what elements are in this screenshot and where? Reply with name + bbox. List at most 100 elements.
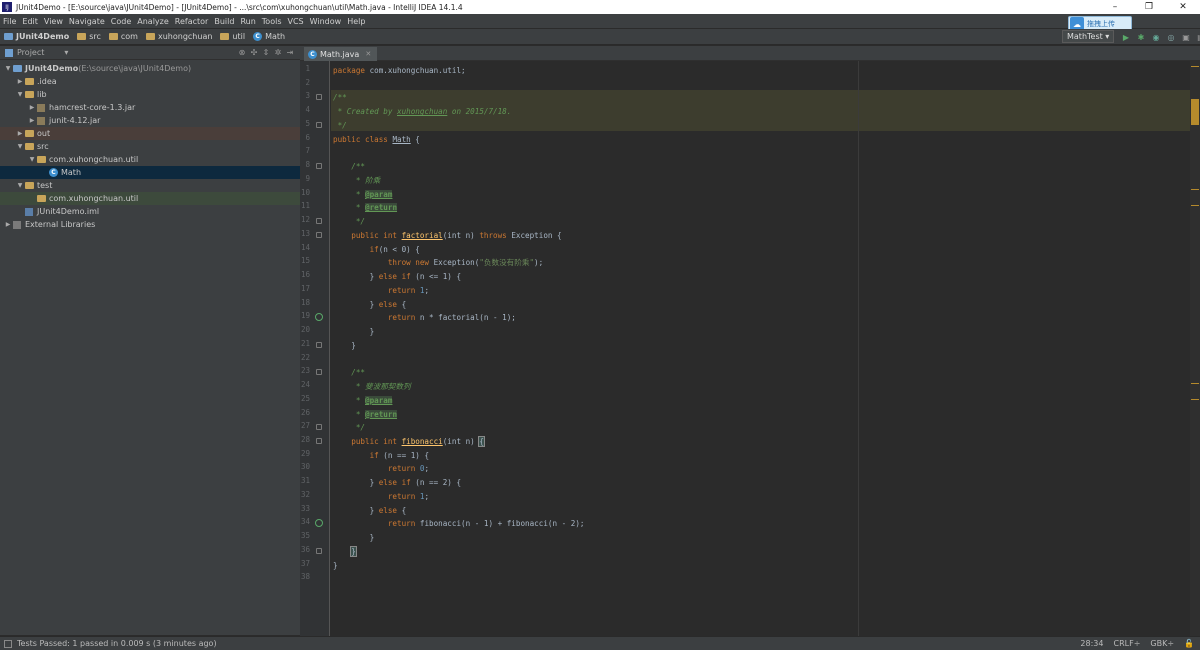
chevron-right-icon[interactable]: ▶ xyxy=(15,130,25,137)
project-panel-title[interactable]: Project xyxy=(17,48,44,57)
tab-label: Math.java xyxy=(320,49,360,59)
hide-panel-icon[interactable]: ⇥ xyxy=(284,48,296,57)
chevron-down-icon[interactable]: ▼ xyxy=(15,143,25,150)
tree-item[interactable]: com.xuhongchuan.util xyxy=(0,192,300,205)
fold-marker-icon[interactable] xyxy=(316,163,322,170)
chevron-down-icon[interactable]: ▾ xyxy=(64,48,68,57)
line-number: 10 xyxy=(300,187,310,197)
tree-item[interactable]: ▶ .idea xyxy=(0,75,300,88)
run-config-select[interactable]: MathTest ▾ xyxy=(1062,30,1115,43)
run-icon[interactable]: ▶ xyxy=(1120,31,1132,43)
fold-marker-icon[interactable] xyxy=(316,341,322,348)
close-tab-icon[interactable]: ✕ xyxy=(365,50,371,58)
line-number: 4 xyxy=(305,105,310,115)
breadcrumb-util[interactable]: util xyxy=(220,32,245,41)
tree-item[interactable]: ▼ com.xuhongchuan.util xyxy=(0,153,300,166)
tree-item[interactable]: ▶ junit-4.12.jar xyxy=(0,114,300,127)
menu-window[interactable]: Window xyxy=(310,17,342,26)
menu-tools[interactable]: Tools xyxy=(262,17,282,26)
tree-item[interactable]: ▶ out xyxy=(0,127,300,140)
menu-file[interactable]: File xyxy=(3,17,16,26)
error-stripe-mark xyxy=(1191,66,1199,67)
fold-marker-icon[interactable] xyxy=(316,121,322,128)
breadcrumb-project[interactable]: JUnit4Demo xyxy=(4,32,69,41)
collapse-icon[interactable]: ⇕ xyxy=(260,48,272,57)
restore-icon[interactable]: ❐ xyxy=(1132,0,1166,14)
tab-math-java[interactable]: C Math.java ✕ xyxy=(304,47,378,61)
fold-marker-icon[interactable] xyxy=(316,231,322,238)
code-token: } xyxy=(333,478,379,488)
tree-item[interactable]: ▶ External Libraries xyxy=(0,218,300,231)
tree-item[interactable]: C Math xyxy=(0,166,300,179)
code-token: (n == 1) { xyxy=(383,450,430,460)
menu-analyze[interactable]: Analyze xyxy=(137,17,169,26)
chevron-right-icon[interactable]: ▶ xyxy=(3,221,13,228)
tree-item[interactable]: ▼ test xyxy=(0,179,300,192)
minimize-icon[interactable]: – xyxy=(1098,0,1132,14)
menu-help[interactable]: Help xyxy=(347,17,365,26)
breadcrumb-math[interactable]: C Math xyxy=(253,32,285,41)
chevron-right-icon[interactable]: ▶ xyxy=(27,117,37,124)
fold-marker-icon[interactable] xyxy=(316,547,322,554)
sdk-icon[interactable]: ▣ xyxy=(1180,31,1192,43)
chevron-right-icon[interactable]: ▶ xyxy=(15,78,25,85)
fold-marker-icon[interactable] xyxy=(316,424,322,431)
menu-code[interactable]: Code xyxy=(111,17,131,26)
chevron-down-icon[interactable]: ▼ xyxy=(15,182,25,189)
line-number: 13 xyxy=(300,228,310,238)
tool-windows-icon[interactable] xyxy=(4,639,12,648)
lock-icon[interactable]: 🔓 xyxy=(1184,639,1194,648)
fold-marker-icon[interactable] xyxy=(316,437,322,444)
error-stripe-mark xyxy=(1191,99,1199,125)
tree-item[interactable]: ▼ JUnit4Demo (E:\source\java\JUnit4Demo) xyxy=(0,62,300,75)
menu-edit[interactable]: Edit xyxy=(22,17,38,26)
chevron-down-icon[interactable]: ▼ xyxy=(3,65,13,72)
project-view-icon xyxy=(5,48,13,57)
caret-position[interactable]: 28:34 xyxy=(1080,639,1103,648)
code-token: * Created by xyxy=(333,107,398,117)
status-message[interactable]: Tests Passed: 1 passed in 0.009 s (3 min… xyxy=(17,639,217,648)
line-number: 12 xyxy=(300,215,310,225)
menu-run[interactable]: Run xyxy=(240,17,255,26)
fold-marker-icon[interactable] xyxy=(316,94,322,101)
tree-item[interactable]: JUnit4Demo.iml xyxy=(0,205,300,218)
file-encoding[interactable]: GBK÷ xyxy=(1150,639,1174,648)
coverage-icon[interactable]: ◉ xyxy=(1150,31,1162,43)
fold-marker-icon[interactable] xyxy=(316,369,322,376)
breadcrumb-com[interactable]: com xyxy=(108,32,138,41)
code-token: @param xyxy=(365,395,393,405)
menu-view[interactable]: View xyxy=(44,17,63,26)
scroll-from-source-icon[interactable]: ✣ xyxy=(248,48,260,57)
menu-vcs[interactable]: VCS xyxy=(288,17,304,26)
chevron-down-icon[interactable]: ▼ xyxy=(15,91,25,98)
profile-icon[interactable]: ◎ xyxy=(1165,31,1177,43)
chevron-right-icon[interactable]: ▶ xyxy=(27,104,37,111)
fold-marker-icon[interactable] xyxy=(316,218,322,225)
code-line: * @return xyxy=(333,408,398,421)
chevron-down-icon[interactable]: ▼ xyxy=(27,156,37,163)
debug-icon[interactable]: ✱ xyxy=(1135,31,1147,43)
breadcrumb-xuhongchuan[interactable]: xuhongchuan xyxy=(145,32,212,41)
tree-item[interactable]: ▼ src xyxy=(0,140,300,153)
menu-refactor[interactable]: Refactor xyxy=(175,17,209,26)
tree-item[interactable]: ▼ lib xyxy=(0,88,300,101)
breadcrumb-src[interactable]: src xyxy=(77,32,101,41)
gear-icon[interactable]: ✲ xyxy=(272,48,284,57)
folder-icon xyxy=(25,182,34,189)
code-token: return xyxy=(333,285,420,295)
line-number: 2 xyxy=(305,77,310,87)
menu-navigate[interactable]: Navigate xyxy=(69,17,105,26)
structure-icon[interactable]: ▤ xyxy=(1195,31,1200,43)
sync-icon[interactable]: ⊗ xyxy=(236,48,248,57)
code-line: return 1; xyxy=(333,490,429,503)
tree-item-label: Math xyxy=(61,168,82,177)
line-number: 35 xyxy=(300,531,310,541)
tree-item[interactable]: ▶ hamcrest-core-1.3.jar xyxy=(0,101,300,114)
code-editor[interactable]: package com.xuhongchuan.util; /** * Creat… xyxy=(331,61,1190,636)
close-icon[interactable]: ✕ xyxy=(1166,0,1200,14)
line-separator[interactable]: CRLF÷ xyxy=(1113,639,1140,648)
code-token: com.xuhongchuan.util; xyxy=(369,66,466,75)
editor-scrollbar[interactable] xyxy=(1190,61,1200,636)
chevron-down-icon: ▾ xyxy=(1102,32,1110,41)
menu-build[interactable]: Build xyxy=(214,17,234,26)
